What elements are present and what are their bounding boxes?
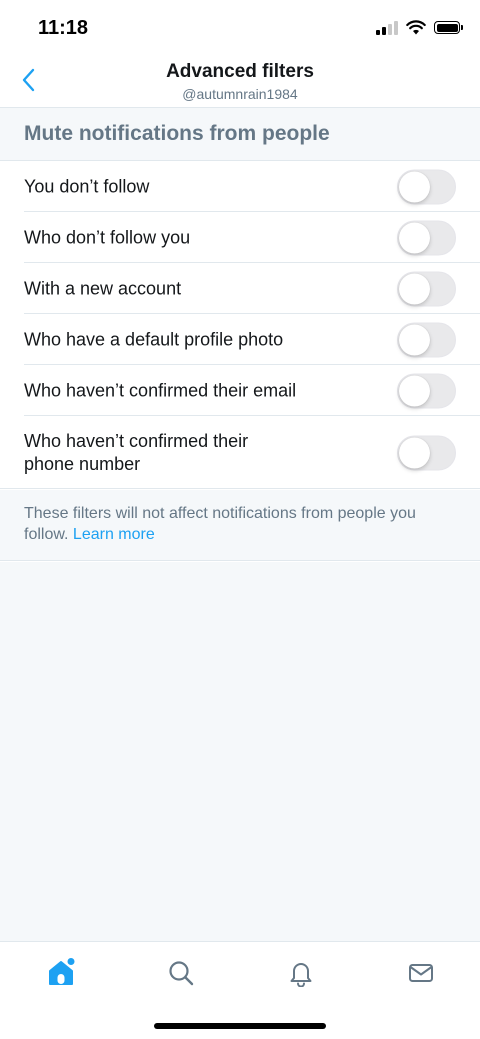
filter-toggle[interactable]	[397, 220, 456, 255]
filter-row-unconfirmed-email[interactable]: Who haven’t confirmed their email	[0, 365, 480, 416]
filter-row-not-followers[interactable]: Who don’t follow you	[0, 212, 480, 263]
wifi-icon	[406, 20, 426, 35]
filter-toggle[interactable]	[397, 169, 456, 204]
filter-label: Who haven’t confirmed their phone number	[24, 430, 249, 474]
filter-row-default-photo[interactable]: Who have a default profile photo	[0, 314, 480, 365]
home-indicator	[154, 1023, 326, 1029]
filter-label: Who have a default profile photo	[24, 329, 284, 349]
learn-more-link[interactable]: Learn more	[73, 526, 155, 543]
notifications-bell-icon	[290, 963, 312, 987]
tab-messages[interactable]	[391, 956, 451, 990]
filter-toggle[interactable]	[397, 322, 456, 357]
filter-row-unconfirmed-phone[interactable]: Who haven’t confirmed their phone number	[0, 416, 480, 489]
filter-toggle[interactable]	[397, 271, 456, 306]
status-icons	[376, 20, 463, 35]
filter-label: Who haven’t confirmed their email	[24, 380, 297, 400]
page-title: Advanced filters	[166, 61, 314, 82]
nav-header: Advanced filters @autumnrain1984	[0, 56, 480, 108]
filter-toggle[interactable]	[397, 435, 456, 470]
filter-label: You don’t follow	[24, 176, 150, 196]
status-time: 11:18	[38, 17, 89, 39]
filter-list: You don’t follow Who don’t follow you Wi…	[0, 161, 480, 489]
tab-home[interactable]	[31, 956, 91, 990]
filter-row-new-account[interactable]: With a new account	[0, 263, 480, 314]
filter-label: With a new account	[24, 278, 182, 298]
filter-toggle[interactable]	[397, 373, 456, 408]
battery-icon	[434, 21, 463, 34]
filter-row-not-following[interactable]: You don’t follow	[0, 161, 480, 212]
filters-note: These filters will not affect notificati…	[0, 490, 480, 561]
tab-search[interactable]	[151, 956, 211, 990]
search-icon	[169, 961, 194, 986]
status-bar: 11:18	[0, 0, 480, 56]
cellular-signal-icon	[376, 20, 398, 35]
filter-label: Who don’t follow you	[24, 227, 191, 247]
home-icon	[49, 958, 75, 985]
messages-envelope-icon	[409, 964, 433, 982]
section-title: Mute notifications from people	[24, 122, 330, 145]
section-header: Mute notifications from people	[0, 108, 480, 161]
account-handle: @autumnrain1984	[182, 86, 298, 102]
empty-area	[0, 562, 480, 941]
tab-bar	[0, 941, 480, 1039]
tab-notifications[interactable]	[271, 956, 331, 990]
